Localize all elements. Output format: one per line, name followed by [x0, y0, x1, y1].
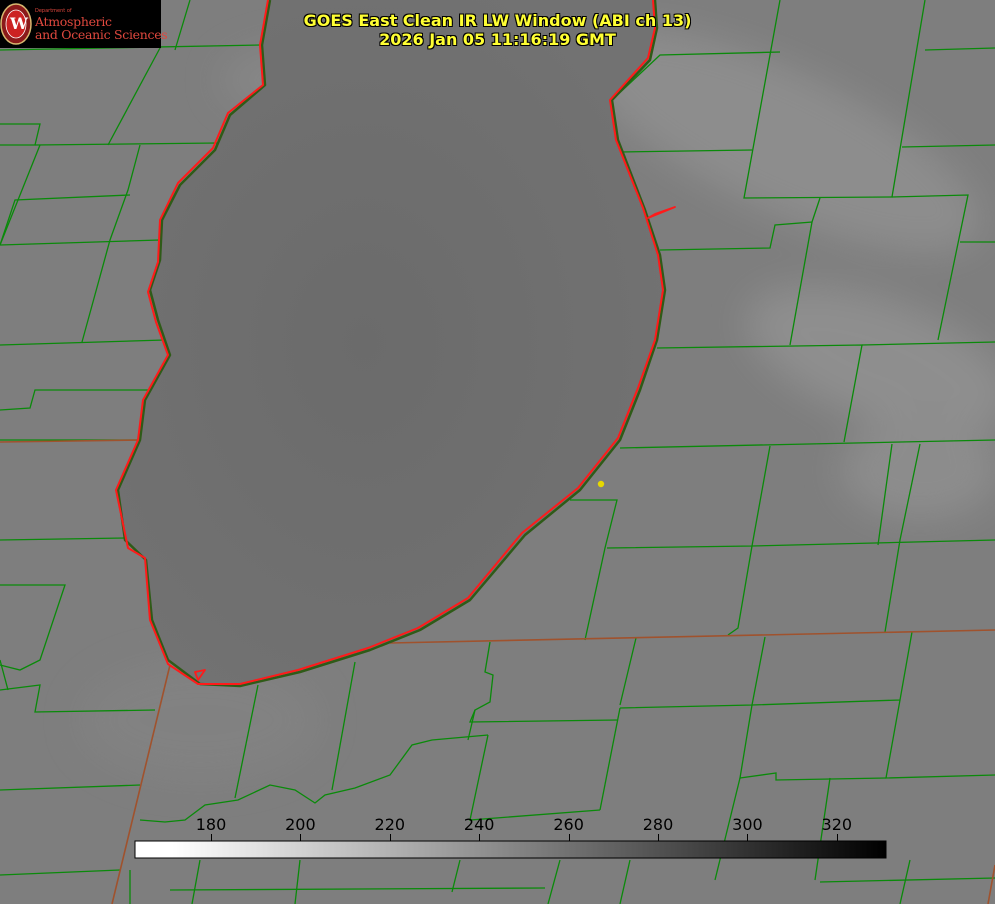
colorbar-tick-mark — [658, 834, 660, 841]
colorbar-tick-label: 260 — [553, 815, 584, 834]
colorbar-tick-mark — [300, 834, 302, 841]
colorbar-tick-mark — [389, 834, 391, 841]
image-timestamp: 2026 Jan 05 11:16:19 GMT — [379, 30, 616, 49]
satellite-map — [0, 0, 995, 904]
colorbar-tick-label: 180 — [195, 815, 227, 834]
colorbar-tick-mark — [747, 834, 749, 841]
colorbar-tick-mark — [210, 834, 212, 841]
station-marker — [597, 480, 605, 488]
image-title: GOES East Clean IR LW Window (ABI ch 13) — [303, 11, 692, 30]
colorbar-tick-label: 220 — [374, 815, 406, 834]
colorbar-tick-label: 200 — [285, 815, 316, 834]
colorbar-tick-label: 280 — [642, 815, 674, 834]
colorbar-tick-mark — [568, 834, 570, 841]
colorbar-tick-label: 320 — [821, 815, 853, 834]
colorbar-tick-label: 300 — [732, 815, 763, 834]
satellite-image-viewer: W Department of Atmospheric and Oceanic … — [0, 0, 995, 904]
colorbar-tick-mark — [479, 834, 481, 841]
colorbar-gradient — [134, 840, 887, 859]
colorbar-tick-label: 240 — [463, 815, 495, 834]
colorbar-tick-mark — [836, 834, 838, 841]
